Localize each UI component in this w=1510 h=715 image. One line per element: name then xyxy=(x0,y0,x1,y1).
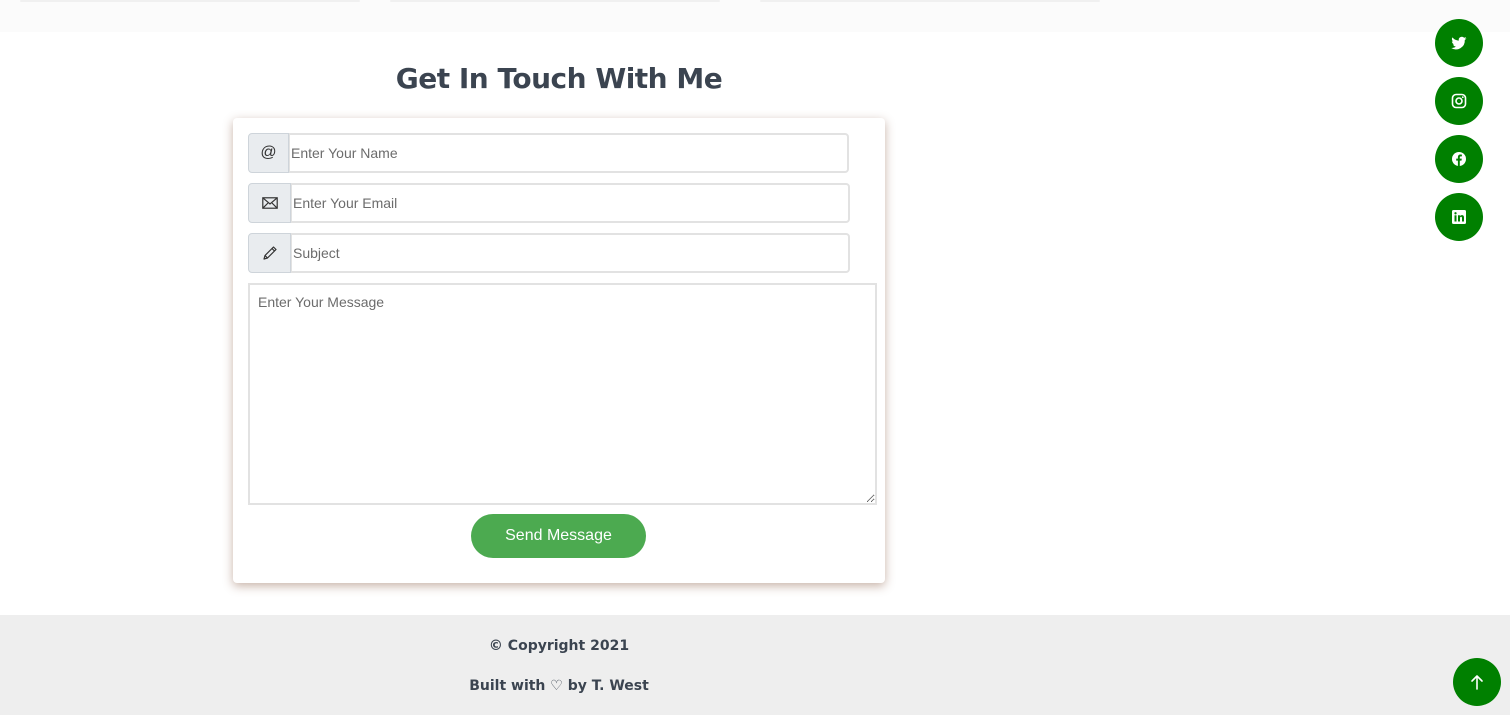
linkedin-link[interactable] xyxy=(1435,193,1483,241)
pencil-icon xyxy=(248,233,291,273)
message-textarea[interactable] xyxy=(248,283,877,505)
copyright-text: © Copyright 2021 xyxy=(488,638,630,654)
footer: © Copyright 2021 Built with ♡ by T. West xyxy=(0,615,1510,715)
twitter-link[interactable] xyxy=(1435,19,1483,67)
twitter-icon xyxy=(1451,36,1467,50)
top-strip-shadow xyxy=(760,0,1100,2)
subject-input[interactable] xyxy=(291,233,850,273)
at-icon: @ xyxy=(248,133,289,173)
back-to-top-button[interactable] xyxy=(1453,658,1501,706)
subject-row xyxy=(248,233,850,273)
instagram-link[interactable] xyxy=(1435,77,1483,125)
envelope-icon xyxy=(248,183,291,223)
top-strip xyxy=(0,0,1510,32)
name-input[interactable] xyxy=(289,133,849,173)
send-message-button[interactable]: Send Message xyxy=(471,514,646,558)
facebook-icon xyxy=(1452,152,1466,166)
top-strip-shadow xyxy=(390,0,720,2)
instagram-icon xyxy=(1451,93,1467,109)
built-with-text: Built with ♡ by T. West xyxy=(469,678,649,694)
contact-form: @ Send Message xyxy=(233,118,885,583)
linkedin-icon xyxy=(1452,210,1466,224)
top-strip-shadow xyxy=(20,0,360,2)
facebook-link[interactable] xyxy=(1435,135,1483,183)
email-row xyxy=(248,183,850,223)
name-row: @ xyxy=(248,133,849,173)
page-title: Get In Touch With Me xyxy=(395,62,723,95)
arrow-up-icon xyxy=(1471,675,1483,690)
email-input[interactable] xyxy=(291,183,850,223)
